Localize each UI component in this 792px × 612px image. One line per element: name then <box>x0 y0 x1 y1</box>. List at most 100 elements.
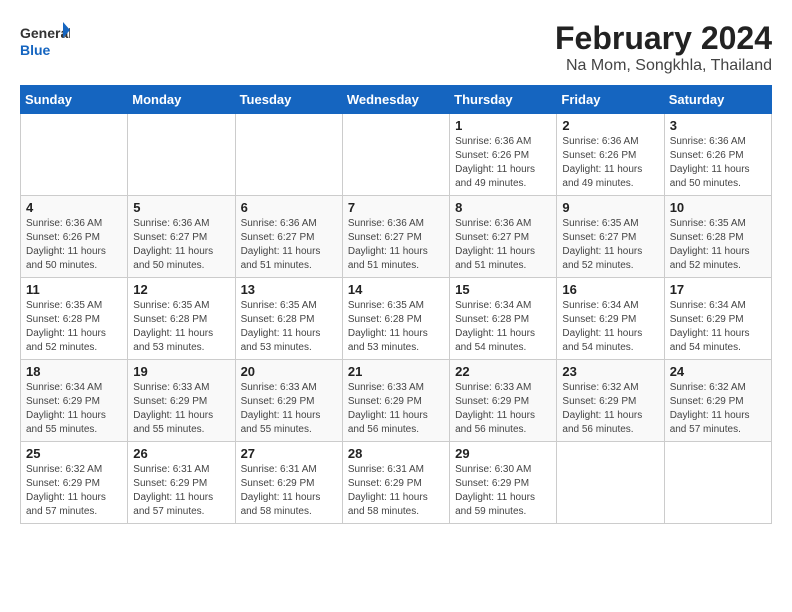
day-info-line: Daylight: 11 hours and 59 minutes. <box>455 492 535 517</box>
day-info-line: Sunrise: 6:32 AM <box>670 382 746 393</box>
table-row: 9 Sunrise: 6:35 AMSunset: 6:27 PMDaylight… <box>557 196 664 278</box>
col-sunday: Sunday <box>21 86 128 114</box>
day-info: Sunrise: 6:36 AMSunset: 6:27 PMDaylight:… <box>241 217 337 273</box>
day-info-line: Sunset: 6:27 PM <box>455 232 529 243</box>
day-info: Sunrise: 6:35 AMSunset: 6:28 PMDaylight:… <box>241 299 337 355</box>
table-row <box>664 442 771 524</box>
day-info-line: Daylight: 11 hours and 52 minutes. <box>670 246 750 271</box>
day-number: 26 <box>133 446 229 461</box>
table-row: 29Sunrise: 6:30 AMSunset: 6:29 PMDayligh… <box>450 442 557 524</box>
table-row <box>235 114 342 196</box>
day-number: 14 <box>348 282 444 297</box>
day-info-line: Sunrise: 6:36 AM <box>455 136 531 147</box>
day-number: 25 <box>26 446 122 461</box>
day-number: 15 <box>455 282 551 297</box>
day-info-line: Daylight: 11 hours and 56 minutes. <box>562 410 642 435</box>
day-number: 8 <box>455 200 551 215</box>
table-row: 10Sunrise: 6:35 AMSunset: 6:28 PMDayligh… <box>664 196 771 278</box>
day-number: 27 <box>241 446 337 461</box>
day-info: Sunrise: 6:36 AMSunset: 6:27 PMDaylight:… <box>133 217 229 273</box>
day-info-line: Sunrise: 6:32 AM <box>562 382 638 393</box>
table-row: 13Sunrise: 6:35 AMSunset: 6:28 PMDayligh… <box>235 278 342 360</box>
day-number: 2 <box>562 118 658 133</box>
day-number: 22 <box>455 364 551 379</box>
svg-text:General: General <box>20 25 70 41</box>
day-number: 12 <box>133 282 229 297</box>
calendar-header-row: Sunday Monday Tuesday Wednesday Thursday… <box>21 86 772 114</box>
day-info: Sunrise: 6:30 AMSunset: 6:29 PMDaylight:… <box>455 463 551 519</box>
day-number: 17 <box>670 282 766 297</box>
table-row: 28Sunrise: 6:31 AMSunset: 6:29 PMDayligh… <box>342 442 449 524</box>
day-info-line: Sunrise: 6:35 AM <box>670 218 746 229</box>
day-info-line: Sunrise: 6:31 AM <box>241 464 317 475</box>
day-info: Sunrise: 6:32 AMSunset: 6:29 PMDaylight:… <box>26 463 122 519</box>
day-info-line: Daylight: 11 hours and 54 minutes. <box>562 328 642 353</box>
table-row: 12 Sunrise: 6:35 AM Sunset: 6:28 PM Dayligh… <box>128 278 235 360</box>
day-info-line: Sunset: 6:27 PM <box>241 232 315 243</box>
day-info-line: Sunrise: 6:35 AM <box>133 300 209 311</box>
day-info-line: Daylight: 11 hours and 53 minutes. <box>133 328 213 353</box>
day-info-line: Sunrise: 6:36 AM <box>562 136 638 147</box>
calendar-table: Sunday Monday Tuesday Wednesday Thursday… <box>20 85 772 524</box>
table-row: 2Sunrise: 6:36 AMSunset: 6:26 PMDaylight… <box>557 114 664 196</box>
day-info: Sunrise: 6:32 AMSunset: 6:29 PMDaylight:… <box>562 381 658 437</box>
day-number: 1 <box>455 118 551 133</box>
day-number: 9 <box>562 200 658 215</box>
day-info-line: Daylight: 11 hours and 50 minutes. <box>26 246 106 271</box>
day-info-line: Daylight: 11 hours and 51 minutes. <box>241 246 321 271</box>
calendar-week-row: 25 Sunrise: 6:32 AM Sunset: 6:29 PM Dayligh… <box>21 442 772 524</box>
day-info-line: Sunset: 6:28 PM <box>26 314 100 325</box>
day-info-line: Sunset: 6:27 PM <box>133 232 207 243</box>
day-info-line: Daylight: 11 hours and 57 minutes. <box>133 492 213 517</box>
day-info-line: Sunrise: 6:34 AM <box>670 300 746 311</box>
day-info-line: Daylight: 11 hours and 56 minutes. <box>348 410 428 435</box>
day-info-line: Sunset: 6:28 PM <box>670 232 744 243</box>
table-row: 21Sunrise: 6:33 AMSunset: 6:29 PMDayligh… <box>342 360 449 442</box>
day-info: Sunrise: 6:36 AMSunset: 6:26 PMDaylight:… <box>26 217 122 273</box>
day-info-line: Sunrise: 6:35 AM <box>26 300 102 311</box>
day-info-line: Sunset: 6:29 PM <box>241 396 315 407</box>
day-info-line: Daylight: 11 hours and 51 minutes. <box>455 246 535 271</box>
logo: General Blue <box>20 20 70 65</box>
day-info: Sunrise: 6:33 AMSunset: 6:29 PMDaylight:… <box>348 381 444 437</box>
day-info-line: Sunset: 6:27 PM <box>348 232 422 243</box>
day-info-line: Sunrise: 6:36 AM <box>133 218 209 229</box>
day-info: Sunrise: 6:31 AMSunset: 6:29 PMDaylight:… <box>133 463 229 519</box>
day-info-line: Sunset: 6:28 PM <box>241 314 315 325</box>
table-row: 14Sunrise: 6:35 AMSunset: 6:28 PMDayligh… <box>342 278 449 360</box>
day-number: 24 <box>670 364 766 379</box>
day-info: Sunrise: 6:35 AM Sunset: 6:28 PM Daylight:… <box>670 217 766 273</box>
day-number: 4 <box>26 200 122 215</box>
table-row: 18Sunrise: 6:34 AMSunset: 6:29 PMDayligh… <box>21 360 128 442</box>
day-info-line: Sunset: 6:26 PM <box>562 150 636 161</box>
location-subtitle: Na Mom, Songkhla, Thailand <box>555 57 772 75</box>
day-info-line: Sunrise: 6:34 AM <box>562 300 638 311</box>
col-wednesday: Wednesday <box>342 86 449 114</box>
day-info-line: Daylight: 11 hours and 57 minutes. <box>670 410 750 435</box>
day-info-line: Sunset: 6:29 PM <box>26 478 100 489</box>
day-info: Sunrise: 6:35 AMSunset: 6:27 PMDaylight:… <box>562 217 658 273</box>
col-friday: Friday <box>557 86 664 114</box>
table-row: 1Sunrise: 6:36 AMSunset: 6:26 PMDaylight… <box>450 114 557 196</box>
day-info-line: Daylight: 11 hours and 54 minutes. <box>455 328 535 353</box>
day-info-line: Sunset: 6:29 PM <box>348 396 422 407</box>
col-saturday: Saturday <box>664 86 771 114</box>
day-info: Sunrise: 6:35 AM Sunset: 6:28 PM Daylight:… <box>133 299 229 355</box>
day-info-line: Sunset: 6:29 PM <box>241 478 315 489</box>
day-info-line: Daylight: 11 hours and 51 minutes. <box>348 246 428 271</box>
day-info-line: Sunrise: 6:31 AM <box>348 464 424 475</box>
day-info-line: Sunrise: 6:32 AM <box>26 464 102 475</box>
day-info-line: Daylight: 11 hours and 56 minutes. <box>455 410 535 435</box>
day-info: Sunrise: 6:33 AMSunset: 6:29 PMDaylight:… <box>455 381 551 437</box>
day-info-line: Sunrise: 6:33 AM <box>133 382 209 393</box>
day-info-line: Sunset: 6:26 PM <box>26 232 100 243</box>
col-thursday: Thursday <box>450 86 557 114</box>
calendar-week-row: 18Sunrise: 6:34 AMSunset: 6:29 PMDayligh… <box>21 360 772 442</box>
table-row <box>21 114 128 196</box>
table-row: 8Sunrise: 6:36 AMSunset: 6:27 PMDaylight… <box>450 196 557 278</box>
day-info: Sunrise: 6:36 AMSunset: 6:26 PMDaylight:… <box>562 135 658 191</box>
day-info: Sunrise: 6:36 AMSunset: 6:26 PMDaylight:… <box>670 135 766 191</box>
col-tuesday: Tuesday <box>235 86 342 114</box>
day-info-line: Sunrise: 6:33 AM <box>455 382 531 393</box>
day-info-line: Sunset: 6:28 PM <box>133 314 207 325</box>
